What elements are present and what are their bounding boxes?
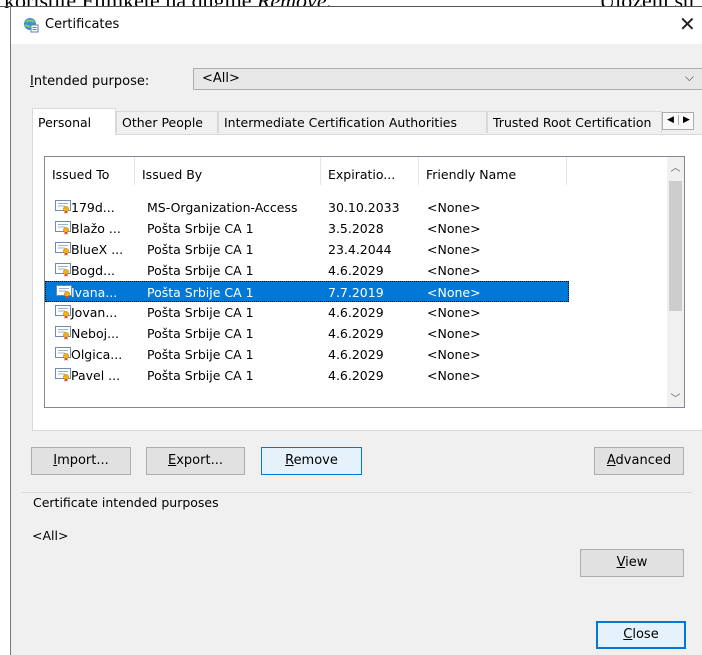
tab-personal[interactable]: Personal [32,108,116,135]
certificate-icon [55,368,71,382]
cell-issued-by: Pošta Srbije CA 1 [147,263,254,278]
tab-intermediate-ca[interactable]: Intermediate Certification Authorities [218,111,487,133]
intended-purpose-label: Intended purpose: [30,74,150,89]
close-button[interactable]: Close [596,621,686,649]
intended-purposes-value: <All> [32,528,69,543]
cell-issued-by: Pošta Srbije CA 1 [147,305,254,320]
table-row[interactable]: Neboj... Pošta Srbije CA 1 4.6.2029 <None> [45,323,569,344]
cell-issued-to: Jovan... [71,305,118,320]
table-row[interactable]: Olgica... Pošta Srbije CA 1 4.6.2029 <None> [45,344,569,365]
vertical-scrollbar[interactable]: ︿ ﹀ [667,157,684,407]
cell-expiration: 4.6.2029 [328,326,384,341]
table-row[interactable]: BlueX ... Pošta Srbije CA 1 23.4.2044 <None… [45,239,569,260]
cell-issued-by: Pošta Srbije CA 1 [147,285,254,300]
table-row[interactable]: Blažo ... Pošta Srbije CA 1 3.5.2028 <None> [45,218,569,239]
title-bar: Certificates ✕ [11,7,702,44]
chevron-down-icon: ⌵ [684,70,694,84]
table-row[interactable]: Jovan... Pošta Srbije CA 1 4.6.2029 <None> [45,302,569,323]
cell-friendly-name: <None> [427,221,481,236]
certificate-icon [55,263,71,277]
certificate-manager-icon [24,18,39,33]
table-row[interactable]: Ivana... Pošta Srbije CA 1 7.7.2019 <None> [45,281,569,302]
certificate-icon [55,326,71,340]
cell-issued-to: Olgica... [71,347,123,362]
table-row[interactable]: 179d... MS-Organization-Access 30.10.2033 <… [45,197,569,218]
advanced-button[interactable]: Advanced [594,447,684,475]
column-expiration[interactable]: Expiratio... [321,157,419,185]
tab-strip: Personal Other People Intermediate Certi… [32,108,702,135]
cell-expiration: 3.5.2028 [328,221,384,236]
certificate-icon [55,242,71,256]
scroll-up-icon[interactable]: ︿ [667,159,684,174]
certificate-icon [55,305,71,319]
cell-issued-to: Neboj... [71,326,120,341]
cell-issued-by: Pošta Srbije CA 1 [147,368,254,383]
tab-trusted-root[interactable]: Trusted Root Certification [487,111,662,133]
cell-issued-by: Pošta Srbije CA 1 [147,242,254,257]
scroll-left-icon[interactable]: ◀ [663,115,678,125]
certificate-icon [55,221,71,235]
cell-issued-to: Blažo ... [71,221,121,236]
window-title: Certificates [45,17,120,32]
scrollbar-thumb[interactable] [669,181,682,311]
cell-issued-to: 179d... [71,200,115,215]
remove-button[interactable]: Remove [261,447,362,475]
cell-friendly-name: <None> [427,368,481,383]
cell-expiration: 4.6.2029 [328,368,384,383]
table-row[interactable]: Pavel ... Pošta Srbije CA 1 4.6.2029 <None> [45,365,569,386]
table-row[interactable]: Bogd... Pošta Srbije CA 1 4.6.2029 <None> [45,260,569,281]
cell-friendly-name: <None> [427,347,481,362]
scroll-right-icon[interactable]: ▶ [678,115,694,125]
list-header: Issued To Issued By Expiratio... Friendl… [45,157,669,186]
cell-issued-by: MS-Organization-Access [147,200,298,215]
certificate-icon [56,285,72,299]
cell-friendly-name: <None> [427,242,481,257]
cell-expiration: 4.6.2029 [328,263,384,278]
cell-issued-by: Pošta Srbije CA 1 [147,221,254,236]
cell-expiration: 4.6.2029 [328,305,384,320]
scroll-down-icon[interactable]: ﹀ [667,390,684,405]
cell-issued-by: Pošta Srbije CA 1 [147,347,254,362]
cell-expiration: 7.7.2019 [328,285,384,300]
cell-expiration: 4.6.2029 [328,347,384,362]
cell-issued-by: Pošta Srbije CA 1 [147,326,254,341]
tab-scroll-buttons: ◀ ▶ [662,112,694,130]
column-issued-to[interactable]: Issued To [45,157,135,185]
intended-purpose-value: <All> [202,71,240,86]
cell-issued-to: Pavel ... [71,368,121,383]
cell-expiration: 30.10.2033 [328,200,400,215]
column-issued-by[interactable]: Issued By [135,157,321,185]
close-window-icon[interactable]: ✕ [679,12,702,36]
intended-purposes-label: Certificate intended purposes [29,495,223,510]
import-button[interactable]: Import... [31,447,131,475]
tab-other-people[interactable]: Other People [116,111,218,133]
cell-friendly-name: <None> [427,263,481,278]
export-button[interactable]: Export... [146,447,245,475]
certificate-icon [55,200,71,214]
cell-issued-to: BlueX ... [71,242,124,257]
cell-friendly-name: <None> [427,285,481,300]
cell-friendly-name: <None> [427,200,481,215]
cell-issued-to: Ivana... [71,285,118,300]
cell-friendly-name: <None> [427,305,481,320]
cell-issued-to: Bogd... [71,263,116,278]
cell-friendly-name: <None> [427,326,481,341]
intended-purpose-dropdown[interactable]: <All> ⌵ [193,68,702,90]
cell-expiration: 23.4.2044 [328,242,392,257]
certificate-list[interactable]: Issued To Issued By Expiratio... Friendl… [44,156,685,408]
column-friendly-name[interactable]: Friendly Name [419,157,567,185]
view-button[interactable]: View [580,549,684,577]
certificate-icon [55,347,71,361]
